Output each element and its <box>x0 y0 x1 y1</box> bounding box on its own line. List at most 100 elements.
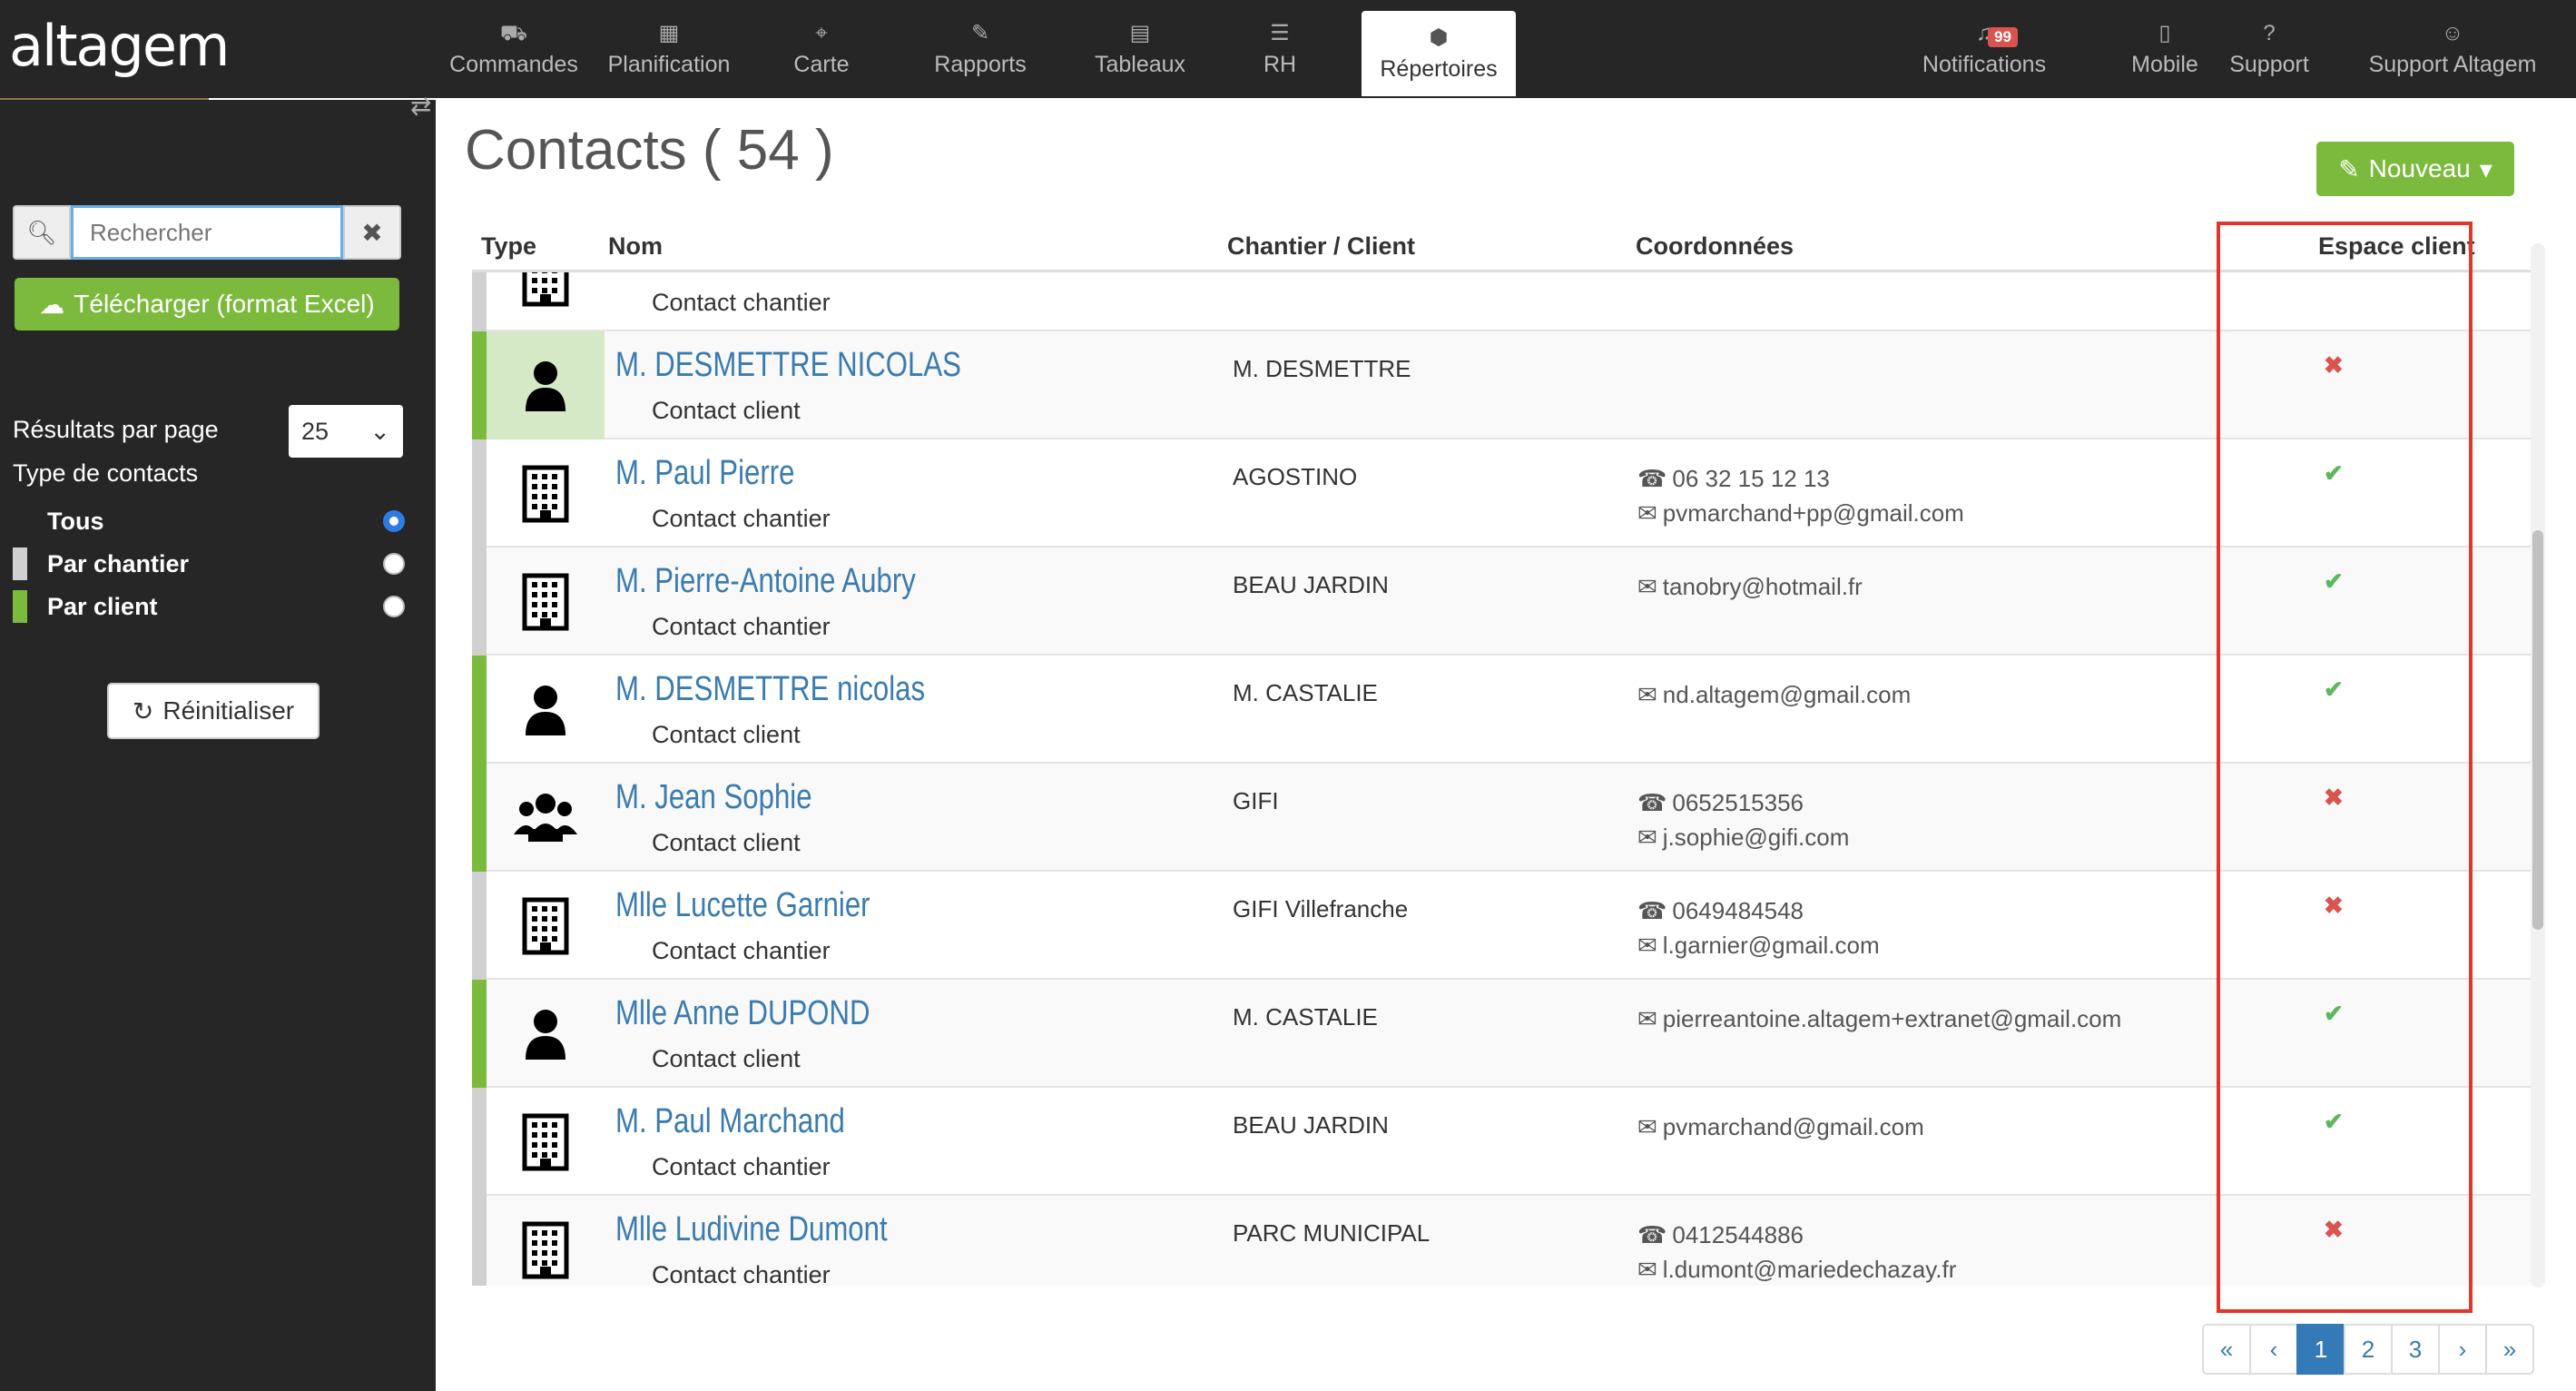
column-type[interactable]: Type <box>481 232 536 261</box>
nav-label: Mobile <box>2131 51 2198 77</box>
phone-icon: ☎ <box>1637 465 1667 492</box>
email-address[interactable]: l.garnier@gmail.com <box>1663 932 1880 959</box>
type-color-bar <box>472 548 487 656</box>
column-espace-client[interactable]: Espace client <box>2318 232 2475 261</box>
clear-search-icon[interactable]: ✖ <box>343 205 401 260</box>
table-row[interactable]: M. Pierre-Antoine Aubry Contact chantier B… <box>472 548 2532 656</box>
table-row[interactable]: M. Loic Lerebond Contact chantier DOMMARTI… <box>472 272 2532 331</box>
contact-name-link[interactable]: M. Paul Pierre <box>615 454 794 493</box>
chantier-client: M. DESMETTRE <box>1233 355 1411 382</box>
table-header: Type Nom Chantier / Client Coordonnées E… <box>472 227 2532 272</box>
scrollbar-thumb[interactable] <box>2532 530 2543 930</box>
email-address[interactable]: l.dumont@mariedechazay.fr <box>1663 1256 1957 1283</box>
contact-role: Contact chantier <box>652 505 831 532</box>
search-input[interactable] <box>71 205 343 260</box>
type-color-bar <box>472 1196 487 1286</box>
email-address[interactable]: nd.altagem@gmail.com <box>1663 681 1912 708</box>
contact-role: Contact chantier <box>652 289 831 316</box>
email-address[interactable]: pvmarchand@gmail.com <box>1663 1113 1924 1140</box>
column-nom[interactable]: Nom <box>608 232 663 261</box>
filter-label: Par chantier <box>47 549 190 577</box>
nav-item-mobile[interactable]: ▯ Mobile <box>2115 0 2215 98</box>
page-link[interactable]: 1 <box>2296 1324 2345 1375</box>
table-row[interactable]: M. Paul Marchand Contact chantier BEAU JAR… <box>472 1088 2532 1196</box>
table-row[interactable]: Mlle Anne DUPOND Contact client M. CASTALI… <box>472 980 2532 1088</box>
filter-color-bar <box>13 548 27 580</box>
page-link[interactable]: 3 <box>2391 1324 2440 1375</box>
email-address[interactable]: pierreantoine.altagem+extranet@gmail.com <box>1663 1005 2122 1032</box>
column-client[interactable]: Chantier / Client <box>1227 232 1415 261</box>
contact-name-link[interactable]: Mlle Lucette Garnier <box>615 886 870 925</box>
contact-name-link[interactable]: M. Paul Marchand <box>615 1102 845 1141</box>
chantier-client: BEAU JARDIN <box>1233 571 1389 598</box>
nav-item-support[interactable]: ? Support <box>2215 0 2324 98</box>
contact-name-link[interactable]: M. Loic Lerebond <box>615 272 834 277</box>
nav-item-rh[interactable]: ☰ RH <box>1244 0 1316 98</box>
nav-item-notifications[interactable]: ♫ Notifications 99 <box>1913 0 2055 98</box>
column-coordonnees[interactable]: Coordonnées <box>1636 232 1794 261</box>
email-address[interactable]: pvmarchand+pp@gmail.com <box>1663 499 1964 527</box>
person-icon <box>487 980 605 1088</box>
contact-name-link[interactable]: M. Pierre-Antoine Aubry <box>615 562 916 601</box>
new-contact-button[interactable]: ✎ Nouveau ▾ <box>2316 142 2514 196</box>
email-line: ✉ nd.altagem@gmail.com <box>1637 677 1911 712</box>
phone-icon: ☎ <box>1637 897 1667 924</box>
building-icon <box>487 439 605 548</box>
download-excel-label: Télécharger (format Excel) <box>74 290 375 318</box>
page-link[interactable]: ‹ <box>2249 1324 2298 1375</box>
nav-item-commandes[interactable]: ⛟ Commandes <box>449 0 578 98</box>
phone-number: 0412544886 <box>1672 1221 1804 1248</box>
type-color-bar <box>472 272 487 331</box>
truck-icon: ⛟ <box>499 20 528 45</box>
filter-radio[interactable] <box>383 553 405 575</box>
email-line: ✉ tanobry@hotmail.fr <box>1637 569 1863 604</box>
contact-name-link[interactable]: Mlle Anne DUPOND <box>615 994 870 1033</box>
reset-label: Réinitialiser <box>162 696 295 725</box>
table-row[interactable]: M. Paul Pierre Contact chantier AGOSTINO ☎ 0… <box>472 439 2532 548</box>
contact-name-link[interactable]: M. DESMETTRE NICOLAS <box>615 346 961 385</box>
contact-name-link[interactable]: M. DESMETTRE nicolas <box>615 670 925 709</box>
sidebar-toggle-icon[interactable]: ⇄ <box>410 91 431 121</box>
email-address[interactable]: tanobry@hotmail.fr <box>1663 573 1863 600</box>
building-icon <box>487 548 605 656</box>
nav-item-r-pertoires[interactable]: ⬢ Répertoires <box>1362 11 1516 96</box>
coordinates: ☎ 0652515356 ✉ j.sophie@gifi.com <box>1637 785 1849 854</box>
nav-label: Tableaux <box>1094 51 1186 77</box>
nav-label: Rapports <box>934 51 1027 77</box>
table-row[interactable]: Mlle Lucette Garnier Contact chantier GIFI… <box>472 872 2532 980</box>
type-color-bar <box>472 980 487 1088</box>
page-link[interactable]: « <box>2202 1324 2251 1375</box>
table-row[interactable]: Mlle Ludivine Dumont Contact chantier PARC… <box>472 1196 2532 1286</box>
filter-par-client[interactable]: Par client <box>13 588 405 625</box>
contact-role: Contact chantier <box>652 1261 831 1286</box>
results-per-page-select[interactable]: 25 ⌄ <box>289 405 403 458</box>
nav-item-carte[interactable]: ⌖ Carte <box>772 0 871 98</box>
chantier-client: AGOSTINO <box>1233 463 1358 490</box>
filter-radio[interactable] <box>383 510 405 532</box>
contact-name-link[interactable]: M. Jean Sophie <box>615 778 812 817</box>
check-icon: ✔ <box>2324 1108 2344 1135</box>
table-row[interactable]: M. DESMETTRE nicolas Contact client M. CAS… <box>472 656 2532 764</box>
nav-item-tableaux[interactable]: ▤ Tableaux <box>1084 0 1196 98</box>
nav-item-rapports[interactable]: ✎ Rapports <box>926 0 1035 98</box>
table-icon: ▤ <box>1129 20 1151 45</box>
cloud-download-icon: ☁ <box>39 290 65 319</box>
contact-role: Contact client <box>652 397 801 424</box>
page-link[interactable]: › <box>2438 1324 2487 1375</box>
table-row[interactable]: M. Jean Sophie Contact client GIFI ☎ 0652515… <box>472 764 2532 872</box>
table-row[interactable]: M. DESMETTRE NICOLAS Contact client M. DES… <box>472 331 2532 439</box>
logo[interactable]: altagem <box>9 13 230 79</box>
page-link[interactable]: 2 <box>2344 1324 2393 1375</box>
filter-tous[interactable]: Tous <box>13 503 405 539</box>
page-link[interactable]: » <box>2485 1324 2534 1375</box>
contact-name-link[interactable]: Mlle Ludivine Dumont <box>615 1210 888 1249</box>
calendar-icon: ▦ <box>658 20 680 45</box>
nav-item-support-altagem[interactable]: ☺ Support Altagem <box>2353 0 2552 98</box>
phone-icon: ☎ <box>1637 272 1667 276</box>
email-address[interactable]: j.sophie@gifi.com <box>1663 824 1850 851</box>
nav-item-planification[interactable]: ▦ Planification <box>605 0 733 98</box>
download-excel-button[interactable]: ☁ Télécharger (format Excel) <box>15 278 399 330</box>
filter-par-chantier[interactable]: Par chantier <box>13 546 405 582</box>
filter-radio[interactable] <box>383 596 405 617</box>
reset-button[interactable]: ↻ Réinitialiser <box>107 683 320 739</box>
